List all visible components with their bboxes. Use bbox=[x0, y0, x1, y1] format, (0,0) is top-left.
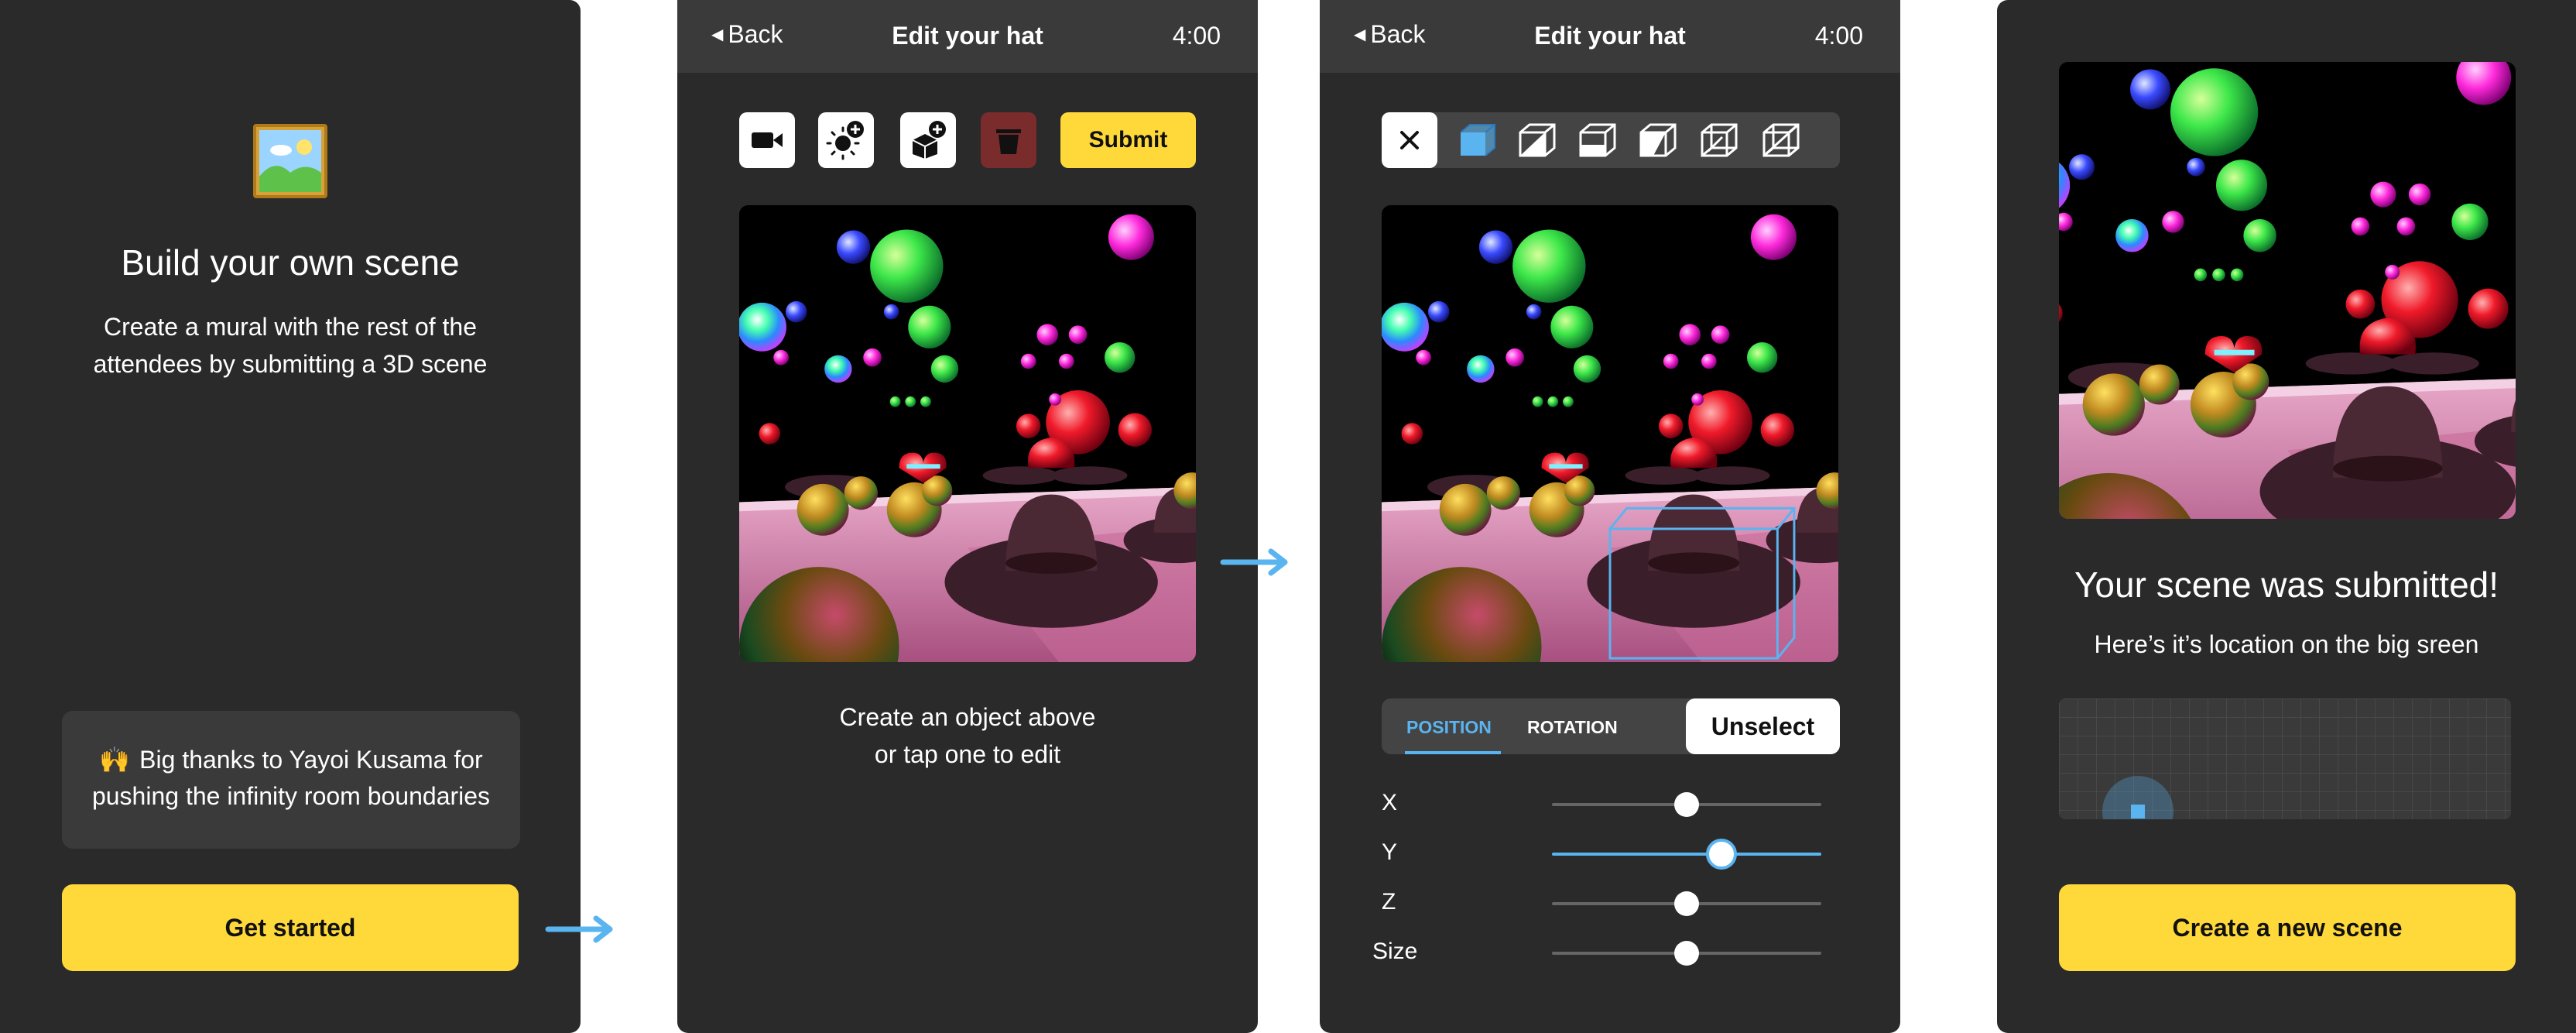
submitted-title: Your scene was submitted! bbox=[2074, 565, 2499, 605]
slider-handle[interactable] bbox=[1674, 891, 1699, 916]
delete-button[interactable] bbox=[981, 112, 1036, 168]
thanks-line2: pushing the infinity room boundaries bbox=[91, 782, 491, 810]
add-light-button[interactable] bbox=[818, 112, 874, 168]
tab-position-underline bbox=[1405, 751, 1501, 754]
unselect-button[interactable]: Unselect bbox=[1686, 698, 1840, 754]
slider-handle[interactable] bbox=[1674, 792, 1699, 817]
editor-screen: ◀ Back Edit your hat 4:00 Submit Create … bbox=[677, 0, 1258, 1033]
add-light-icon bbox=[826, 121, 864, 160]
big-screen-map bbox=[2059, 698, 2511, 819]
intro-title: Build your own scene bbox=[121, 242, 460, 283]
intro-screen: Build your own scene Create a mural with… bbox=[0, 0, 581, 1033]
slider-label: Z bbox=[1382, 889, 1396, 915]
slider-label: Size bbox=[1372, 939, 1418, 964]
hint-line1: Create an object above bbox=[839, 703, 1096, 731]
shape-picker bbox=[1382, 112, 1840, 168]
video-camera-icon bbox=[752, 132, 783, 148]
slider-handle[interactable] bbox=[1674, 941, 1699, 966]
navbar: ◀ Back Edit your hat 4:00 bbox=[1320, 0, 1900, 73]
scene-preview[interactable] bbox=[1382, 205, 1838, 662]
page-title: Edit your hat bbox=[1534, 22, 1686, 50]
hint-line2: or tap one to edit bbox=[874, 740, 1061, 768]
thanks-card: 🙌 Big thanks to Yayoi Kusama for pushing … bbox=[62, 711, 520, 849]
edit-object-screen: ◀ Back Edit your hat 4:00 POSITION ROTAT… bbox=[1320, 0, 1900, 1033]
add-object-button[interactable] bbox=[900, 112, 956, 168]
slider-label: X bbox=[1382, 790, 1398, 815]
slider-track[interactable] bbox=[1552, 853, 1821, 856]
submitted-screen: Your scene was submitted! Here’s it’s lo… bbox=[1997, 0, 2576, 1033]
timer: 4:00 bbox=[1172, 22, 1221, 50]
page-title: Edit your hat bbox=[892, 22, 1043, 50]
cube-icon[interactable] bbox=[1458, 122, 1498, 159]
frame-cube-icon[interactable] bbox=[1699, 122, 1739, 159]
submit-button[interactable]: Submit bbox=[1060, 112, 1196, 168]
wire-cube-icon[interactable] bbox=[1761, 122, 1801, 159]
submitted-subtitle: Here’s it’s location on the big sreen bbox=[2094, 630, 2479, 658]
add-object-icon bbox=[912, 121, 946, 159]
get-started-button[interactable]: Get started bbox=[62, 884, 519, 971]
close-button[interactable] bbox=[1382, 112, 1437, 168]
intro-description-line2: attendees by submitting a 3D scene bbox=[93, 350, 488, 378]
wedge-icon[interactable] bbox=[1517, 122, 1557, 159]
thanks-line1: 🙌 Big thanks to Yayoi Kusama for bbox=[62, 745, 520, 774]
transform-tabs: POSITION ROTATION Unselect bbox=[1382, 698, 1840, 754]
half-cube-icon[interactable] bbox=[1638, 122, 1678, 159]
ramp-icon[interactable] bbox=[1577, 122, 1618, 159]
slider-row: Y bbox=[1320, 830, 1900, 877]
intro-description-line1: Create a mural with the rest of the bbox=[104, 313, 477, 341]
thanks-text-line1: Big thanks to Yayoi Kusama for bbox=[139, 746, 483, 774]
arrow-right-icon bbox=[1220, 548, 1288, 576]
close-icon bbox=[1400, 131, 1419, 149]
tab-rotation[interactable]: ROTATION bbox=[1527, 717, 1618, 738]
tab-position[interactable]: POSITION bbox=[1406, 717, 1492, 738]
scene-thumbnail bbox=[2059, 62, 2516, 519]
navbar: ◀ Back Edit your hat 4:00 bbox=[677, 0, 1258, 73]
timer: 4:00 bbox=[1814, 22, 1863, 50]
slider-row: Size bbox=[1320, 929, 1900, 976]
picture-icon bbox=[253, 124, 327, 198]
scene-preview[interactable] bbox=[739, 205, 1196, 662]
slider-row: X bbox=[1320, 781, 1900, 827]
create-new-scene-button[interactable]: Create a new scene bbox=[2059, 884, 2516, 971]
slider-handle[interactable] bbox=[1706, 839, 1738, 870]
camera-button[interactable] bbox=[739, 112, 795, 168]
slider-row: Z bbox=[1320, 880, 1900, 926]
arrow-right-icon bbox=[545, 915, 613, 943]
slider-label: Y bbox=[1382, 839, 1398, 865]
raised-hands-icon: 🙌 bbox=[99, 746, 131, 774]
trash-icon bbox=[996, 129, 1021, 154]
